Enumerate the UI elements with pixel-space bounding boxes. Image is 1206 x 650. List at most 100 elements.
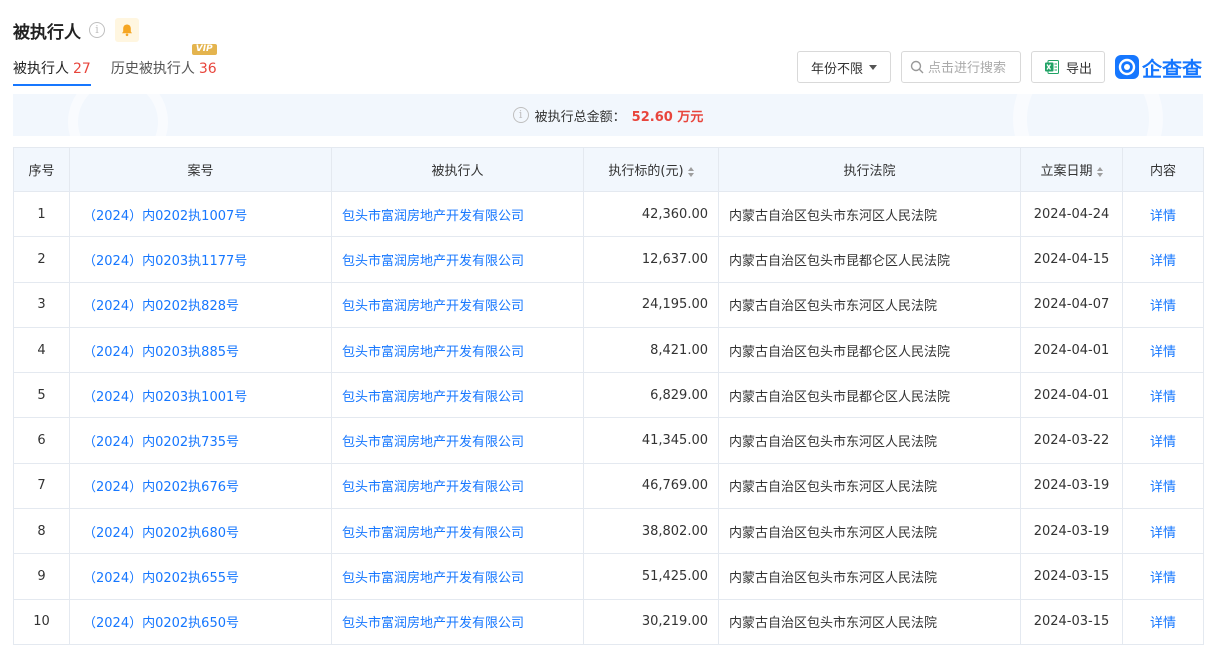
case-number-link[interactable]: （2024）内0202执828号	[69, 281, 332, 328]
col-header-case-no: 案号	[69, 147, 332, 192]
toolbar: 年份不限 导出 企查查	[797, 51, 1202, 83]
tab-count: 27	[73, 61, 91, 77]
col-header-date[interactable]: 立案日期	[1020, 147, 1123, 192]
col-header-party: 被执行人	[331, 147, 584, 192]
court-name: 内蒙古自治区包头市昆都仑区人民法院	[718, 372, 1021, 419]
party-link[interactable]: 包头市富润房地产开发有限公司	[331, 417, 584, 464]
search-icon	[910, 60, 924, 74]
case-number-link[interactable]: （2024）内0202执676号	[69, 462, 332, 510]
case-number-link[interactable]: （2024）内0203执1177号	[69, 236, 332, 283]
execution-amount: 30,219.00	[583, 598, 719, 645]
detail-link[interactable]: 详情	[1122, 236, 1204, 283]
tab-history-executed-person[interactable]: 历史被执行人 36 VIP	[110, 44, 217, 86]
tab-executed-person[interactable]: 被执行人 27	[13, 52, 91, 86]
detail-link[interactable]: 详情	[1122, 508, 1204, 555]
court-name: 内蒙古自治区包头市东河区人民法院	[718, 462, 1021, 510]
party-link[interactable]: 包头市富润房地产开发有限公司	[331, 281, 584, 328]
court-name: 内蒙古自治区包头市昆都仑区人民法院	[718, 326, 1021, 374]
col-header-date-label: 立案日期	[1040, 164, 1093, 179]
row-index: 6	[13, 417, 70, 464]
tab-count: 36	[198, 61, 217, 77]
table-body: 1 （2024）内0202执1007号 包头市富润房地产开发有限公司 42,36…	[13, 190, 1204, 645]
case-number-link[interactable]: （2024）内0202执655号	[69, 553, 332, 600]
party-link[interactable]: 包头市富润房地产开发有限公司	[331, 462, 584, 510]
case-number-link[interactable]: （2024）内0203执885号	[69, 326, 332, 374]
col-header-court: 执行法院	[718, 147, 1021, 192]
execution-amount: 6,829.00	[583, 372, 719, 419]
party-link[interactable]: 包头市富润房地产开发有限公司	[331, 372, 584, 419]
execution-amount: 38,802.00	[583, 508, 719, 555]
year-filter-value: 年份不限	[810, 61, 863, 77]
row-index: 8	[13, 508, 70, 555]
table-row: 9 （2024）内0202执655号 包头市富润房地产开发有限公司 51,425…	[13, 553, 1204, 600]
execution-amount: 51,425.00	[583, 553, 719, 600]
filing-date: 2024-03-15	[1020, 598, 1123, 645]
tab-label: 历史被执行人	[110, 61, 195, 77]
row-index: 10	[13, 598, 70, 645]
court-name: 内蒙古自治区包头市东河区人民法院	[718, 417, 1021, 464]
export-label: 导出	[1065, 61, 1092, 77]
bell-button[interactable]	[115, 18, 139, 42]
filing-date: 2024-04-07	[1020, 281, 1123, 328]
party-link[interactable]: 包头市富润房地产开发有限公司	[331, 508, 584, 555]
section-header: 被执行人 i	[13, 18, 139, 43]
table-row: 8 （2024）内0202执680号 包头市富润房地产开发有限公司 38,802…	[13, 508, 1204, 555]
detail-link[interactable]: 详情	[1122, 598, 1204, 645]
case-number-link[interactable]: （2024）内0202执680号	[69, 508, 332, 555]
vip-badge: VIP	[191, 44, 217, 55]
export-button[interactable]: 导出	[1031, 51, 1105, 83]
filing-date: 2024-04-15	[1020, 236, 1123, 283]
search-input[interactable]	[928, 59, 1018, 75]
year-filter-select[interactable]: 年份不限	[797, 51, 891, 83]
row-index: 9	[13, 553, 70, 600]
execution-amount: 8,421.00	[583, 326, 719, 374]
col-header-amount[interactable]: 执行标的(元)	[583, 147, 719, 192]
info-icon[interactable]: i	[89, 22, 105, 38]
col-header-index: 序号	[13, 147, 70, 192]
detail-link[interactable]: 详情	[1122, 553, 1204, 600]
court-name: 内蒙古自治区包头市昆都仑区人民法院	[718, 236, 1021, 283]
party-link[interactable]: 包头市富润房地产开发有限公司	[331, 326, 584, 374]
party-link[interactable]: 包头市富润房地产开发有限公司	[331, 190, 584, 238]
detail-link[interactable]: 详情	[1122, 190, 1204, 238]
detail-link[interactable]: 详情	[1122, 281, 1204, 328]
party-link[interactable]: 包头市富润房地产开发有限公司	[331, 598, 584, 645]
detail-link[interactable]: 详情	[1122, 462, 1204, 510]
row-index: 3	[13, 281, 70, 328]
filing-date: 2024-04-24	[1020, 190, 1123, 238]
party-link[interactable]: 包头市富润房地产开发有限公司	[331, 553, 584, 600]
sort-icon[interactable]	[1096, 166, 1103, 177]
court-name: 内蒙古自治区包头市东河区人民法院	[718, 598, 1021, 645]
sort-icon[interactable]	[687, 166, 694, 177]
col-header-amount-label: 执行标的(元)	[608, 164, 684, 179]
banner-decoration	[68, 94, 168, 136]
total-amount-label: 被执行总金额：	[534, 109, 626, 125]
party-link[interactable]: 包头市富润房地产开发有限公司	[331, 236, 584, 283]
execution-amount: 42,360.00	[583, 190, 719, 238]
executed-person-table: 序号 案号 被执行人 执行标的(元) 执行法院 立案日期 内容 1 （2024）…	[13, 147, 1204, 645]
table-row: 1 （2024）内0202执1007号 包头市富润房地产开发有限公司 42,36…	[13, 190, 1204, 238]
filing-date: 2024-04-01	[1020, 326, 1123, 374]
case-number-link[interactable]: （2024）内0202执735号	[69, 417, 332, 464]
search-box[interactable]	[901, 51, 1021, 83]
filing-date: 2024-03-15	[1020, 553, 1123, 600]
brand-logo: 企查查	[1115, 53, 1202, 82]
bell-icon	[122, 24, 132, 37]
total-amount-value: 52.60 万元	[631, 109, 704, 125]
case-number-link[interactable]: （2024）内0202执1007号	[69, 190, 332, 238]
tab-label: 被执行人	[13, 61, 69, 77]
filing-date: 2024-03-22	[1020, 417, 1123, 464]
execution-amount: 24,195.00	[583, 281, 719, 328]
case-number-link[interactable]: （2024）内0202执650号	[69, 598, 332, 645]
execution-amount: 12,637.00	[583, 236, 719, 283]
case-number-link[interactable]: （2024）内0203执1001号	[69, 372, 332, 419]
table-row: 2 （2024）内0203执1177号 包头市富润房地产开发有限公司 12,63…	[13, 236, 1204, 283]
table-header-row: 序号 案号 被执行人 执行标的(元) 执行法院 立案日期 内容	[13, 147, 1204, 192]
execution-amount: 46,769.00	[583, 462, 719, 510]
detail-link[interactable]: 详情	[1122, 326, 1204, 374]
banner-decoration	[1013, 94, 1163, 136]
table-row: 7 （2024）内0202执676号 包头市富润房地产开发有限公司 46,769…	[13, 462, 1204, 510]
filing-date: 2024-04-01	[1020, 372, 1123, 419]
detail-link[interactable]: 详情	[1122, 417, 1204, 464]
detail-link[interactable]: 详情	[1122, 372, 1204, 419]
